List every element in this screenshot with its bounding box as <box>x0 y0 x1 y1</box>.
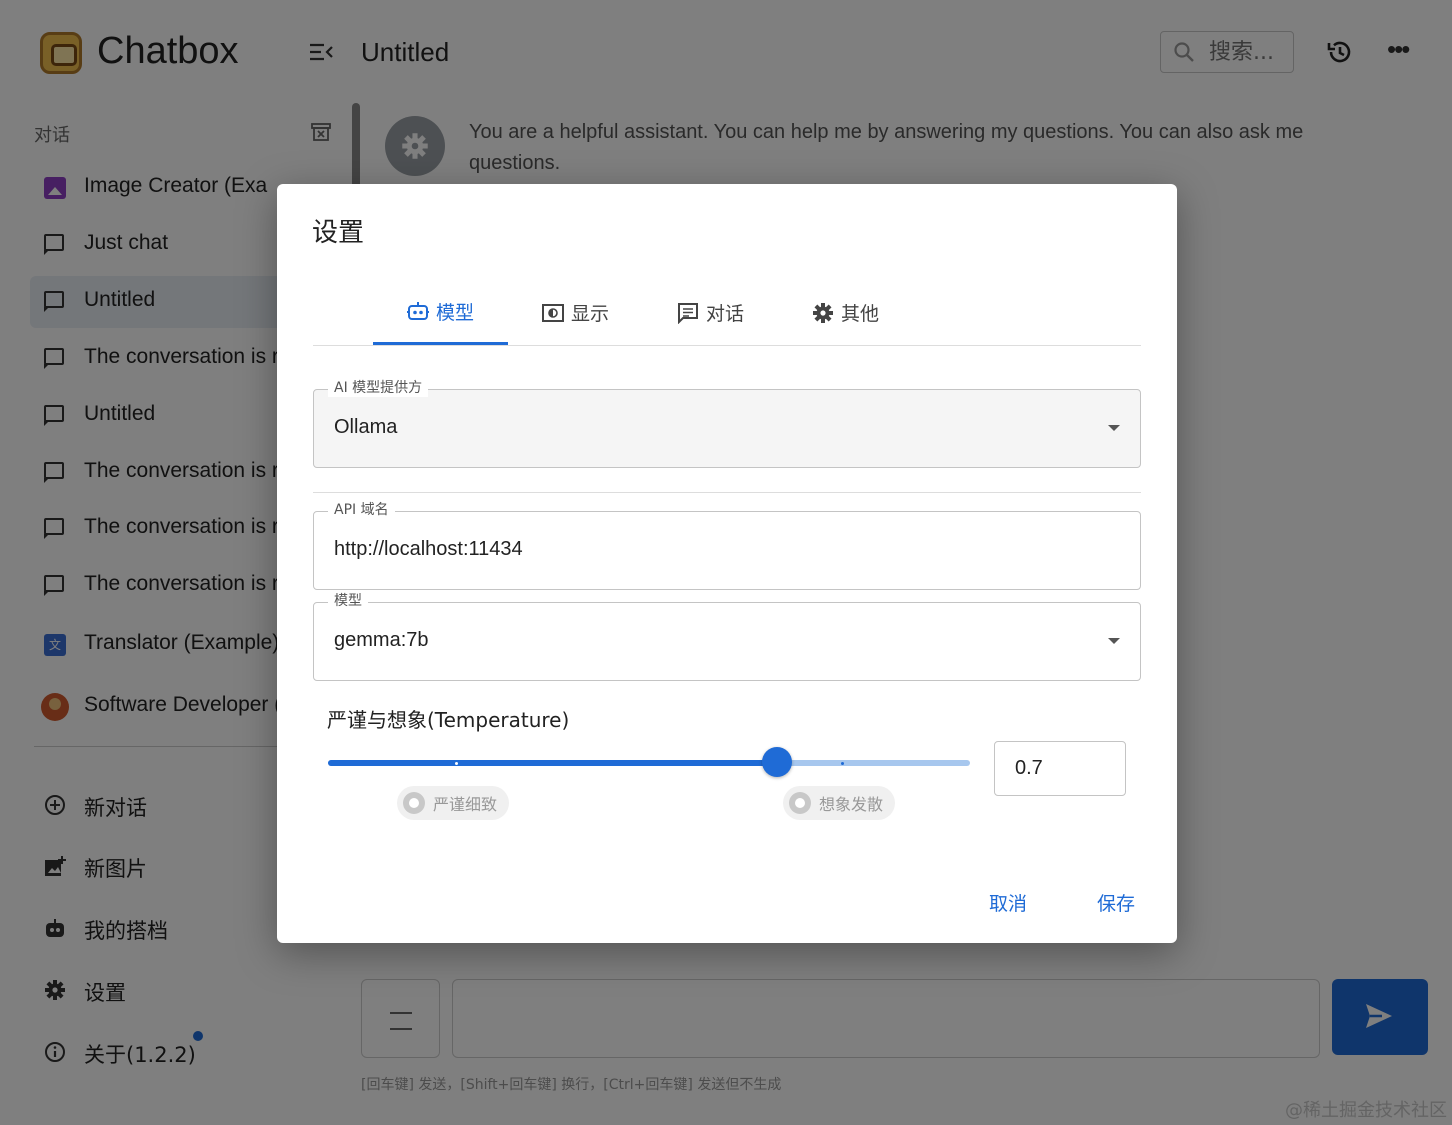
slider-thumb[interactable] <box>762 747 792 777</box>
provider-label: AI 模型提供方 <box>328 379 429 397</box>
slider-mark <box>841 762 844 765</box>
temperature-label: 严谨与想象(Temperature) <box>327 708 570 732</box>
temperature-slider[interactable] <box>328 747 970 777</box>
chip-creative-label: 想象发散 <box>819 795 884 814</box>
cancel-button[interactable]: 取消 <box>989 889 1027 916</box>
temperature-input[interactable] <box>994 741 1126 796</box>
dialog-title: 设置 <box>312 218 365 248</box>
slider-fill <box>328 760 777 766</box>
chip-precise-label: 严谨细致 <box>433 795 498 814</box>
settings-dialog: 设置 模型 显示 对话 其他 AI 模型提供方 Ollama API 域名 ht… <box>277 184 1177 943</box>
slider-mark <box>455 762 458 765</box>
tab-model[interactable]: 模型 <box>373 280 508 345</box>
api-host-value: http://localhost:11434 <box>334 538 523 560</box>
provider-select[interactable]: AI 模型提供方 Ollama <box>313 379 1141 468</box>
tab-chat-label: 对话 <box>705 303 744 325</box>
model-value: gemma:7b <box>334 629 429 651</box>
chip-precise: 严谨细致 <box>397 786 510 820</box>
precise-icon <box>403 792 425 814</box>
robot-icon <box>406 302 429 320</box>
section-divider <box>313 492 1141 493</box>
tab-other-label: 其他 <box>840 303 879 325</box>
model-select[interactable]: 模型 gemma:7b <box>313 592 1141 681</box>
lightbulb-icon <box>789 792 811 814</box>
tab-other[interactable]: 其他 <box>778 280 913 345</box>
api-host-field[interactable]: API 域名 http://localhost:11434 <box>313 501 1141 590</box>
provider-value: Ollama <box>334 416 398 438</box>
api-host-label: API 域名 <box>328 501 395 519</box>
chevron-down-icon <box>1108 425 1120 431</box>
chat-icon <box>677 302 698 324</box>
chip-creative: 想象发散 <box>783 786 896 820</box>
tab-display-label: 显示 <box>570 303 609 325</box>
tab-model-label: 模型 <box>435 301 474 324</box>
gear-icon <box>812 302 833 323</box>
model-label: 模型 <box>328 592 368 610</box>
save-button[interactable]: 保存 <box>1097 889 1135 916</box>
chevron-down-icon <box>1108 638 1120 644</box>
settings-tabs: 模型 显示 对话 其他 <box>313 280 1141 346</box>
tab-chat[interactable]: 对话 <box>643 280 778 345</box>
tab-display[interactable]: 显示 <box>508 280 643 345</box>
display-icon <box>541 303 564 322</box>
